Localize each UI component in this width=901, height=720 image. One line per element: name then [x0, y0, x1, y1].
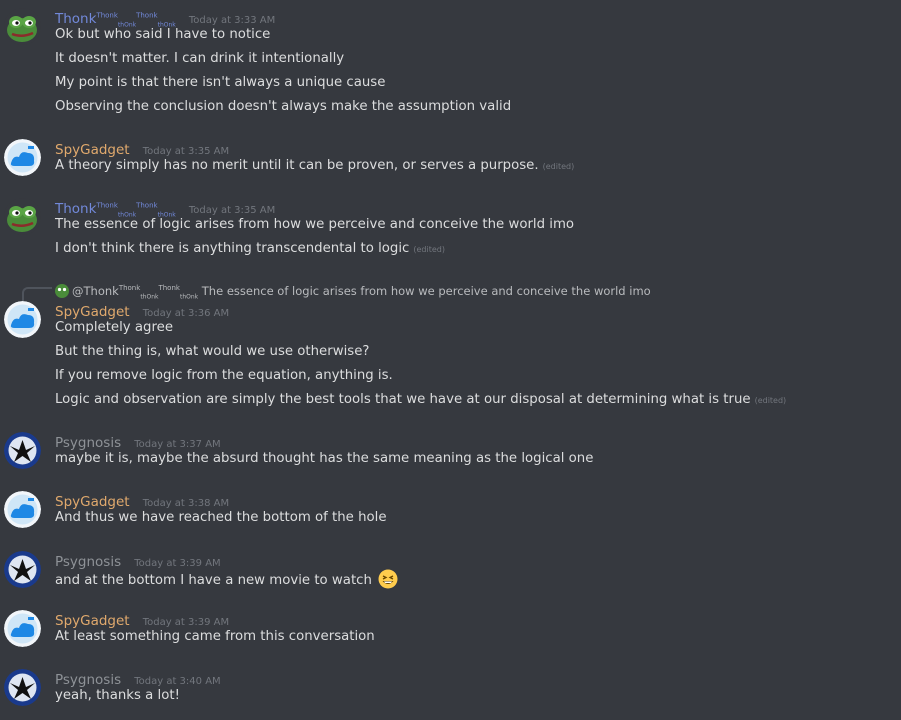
username[interactable]: SpyGadget — [55, 304, 130, 320]
edited-label: (edited) — [542, 162, 575, 171]
edited-label: (edited) — [754, 396, 787, 405]
timestamp: Today at 3:35 AM — [188, 205, 276, 216]
message-line: At least something came from this conver… — [55, 629, 375, 644]
message-line: It doesn't matter. I can drink it intent… — [55, 51, 345, 66]
raven-icon — [4, 432, 41, 469]
message-line: yeah, thanks a lot! — [55, 688, 180, 703]
edited-label: (edited) — [413, 245, 445, 254]
message-line: Logic and observation are simply the bes… — [55, 392, 787, 407]
timestamp: Today at 3:38 AM — [142, 498, 230, 509]
avatar[interactable] — [4, 301, 41, 338]
avatar[interactable] — [4, 198, 41, 235]
message-line: Observing the conclusion doesn't always … — [55, 99, 512, 114]
avatar[interactable] — [4, 139, 41, 176]
reply-text: The essence of logic arises from how we … — [201, 283, 651, 298]
username[interactable]: SpyGadget — [55, 142, 130, 158]
username[interactable]: ThonkThonkthOnkThonkthOnk — [55, 11, 176, 29]
message-line: and at the bottom I have a new movie to … — [55, 569, 398, 590]
username[interactable]: Psygnosis — [55, 672, 121, 688]
timestamp: Today at 3:33 AM — [188, 15, 276, 26]
message-line: Completely agree — [55, 320, 173, 335]
username[interactable]: Psygnosis — [55, 554, 121, 570]
username[interactable]: SpyGadget — [55, 613, 130, 629]
raven-icon — [4, 551, 41, 588]
timestamp: Today at 3:36 AM — [142, 308, 230, 319]
timestamp: Today at 3:37 AM — [134, 439, 221, 450]
grinning-squinting-face-emoji[interactable] — [378, 569, 398, 589]
pepe-frog-icon — [4, 8, 41, 45]
blue-cloud-icon — [4, 301, 41, 338]
message-line: But the thing is, what would we use othe… — [55, 344, 370, 359]
blue-cloud-icon — [4, 610, 41, 647]
username[interactable]: Psygnosis — [55, 435, 121, 451]
reply-mention[interactable]: @ThonkThonkthOnkThonkthOnk — [72, 284, 198, 300]
message-line: maybe it is, maybe the absurd thought ha… — [55, 451, 594, 466]
message-line: A theory simply has no merit until it ca… — [55, 158, 575, 173]
message-line: And thus we have reached the bottom of t… — [55, 510, 387, 525]
message-line: The essence of logic arises from how we … — [55, 217, 575, 232]
timestamp: Today at 3:39 AM — [134, 558, 221, 569]
avatar[interactable] — [4, 491, 41, 528]
timestamp: Today at 3:40 AM — [134, 676, 221, 687]
blue-cloud-icon — [4, 491, 41, 528]
avatar[interactable] — [4, 551, 41, 588]
pepe-frog-icon — [55, 283, 69, 298]
avatar[interactable] — [4, 432, 41, 469]
message-line: My point is that there isn't always a un… — [55, 75, 386, 90]
message-line: Ok but who said I have to notice — [55, 27, 271, 42]
avatar[interactable] — [4, 610, 41, 647]
timestamp: Today at 3:35 AM — [142, 146, 230, 157]
message-line: If you remove logic from the equation, a… — [55, 368, 393, 383]
username[interactable]: ThonkThonkthOnkThonkthOnk — [55, 201, 176, 219]
pepe-frog-icon — [4, 198, 41, 235]
avatar[interactable] — [4, 669, 41, 706]
blue-cloud-icon — [4, 139, 41, 176]
timestamp: Today at 3:39 AM — [142, 617, 230, 628]
raven-icon — [4, 669, 41, 706]
message-line: I don't think there is anything transcen… — [55, 241, 445, 256]
avatar[interactable] — [4, 8, 41, 45]
reply-spine — [22, 287, 52, 301]
username[interactable]: SpyGadget — [55, 494, 130, 510]
